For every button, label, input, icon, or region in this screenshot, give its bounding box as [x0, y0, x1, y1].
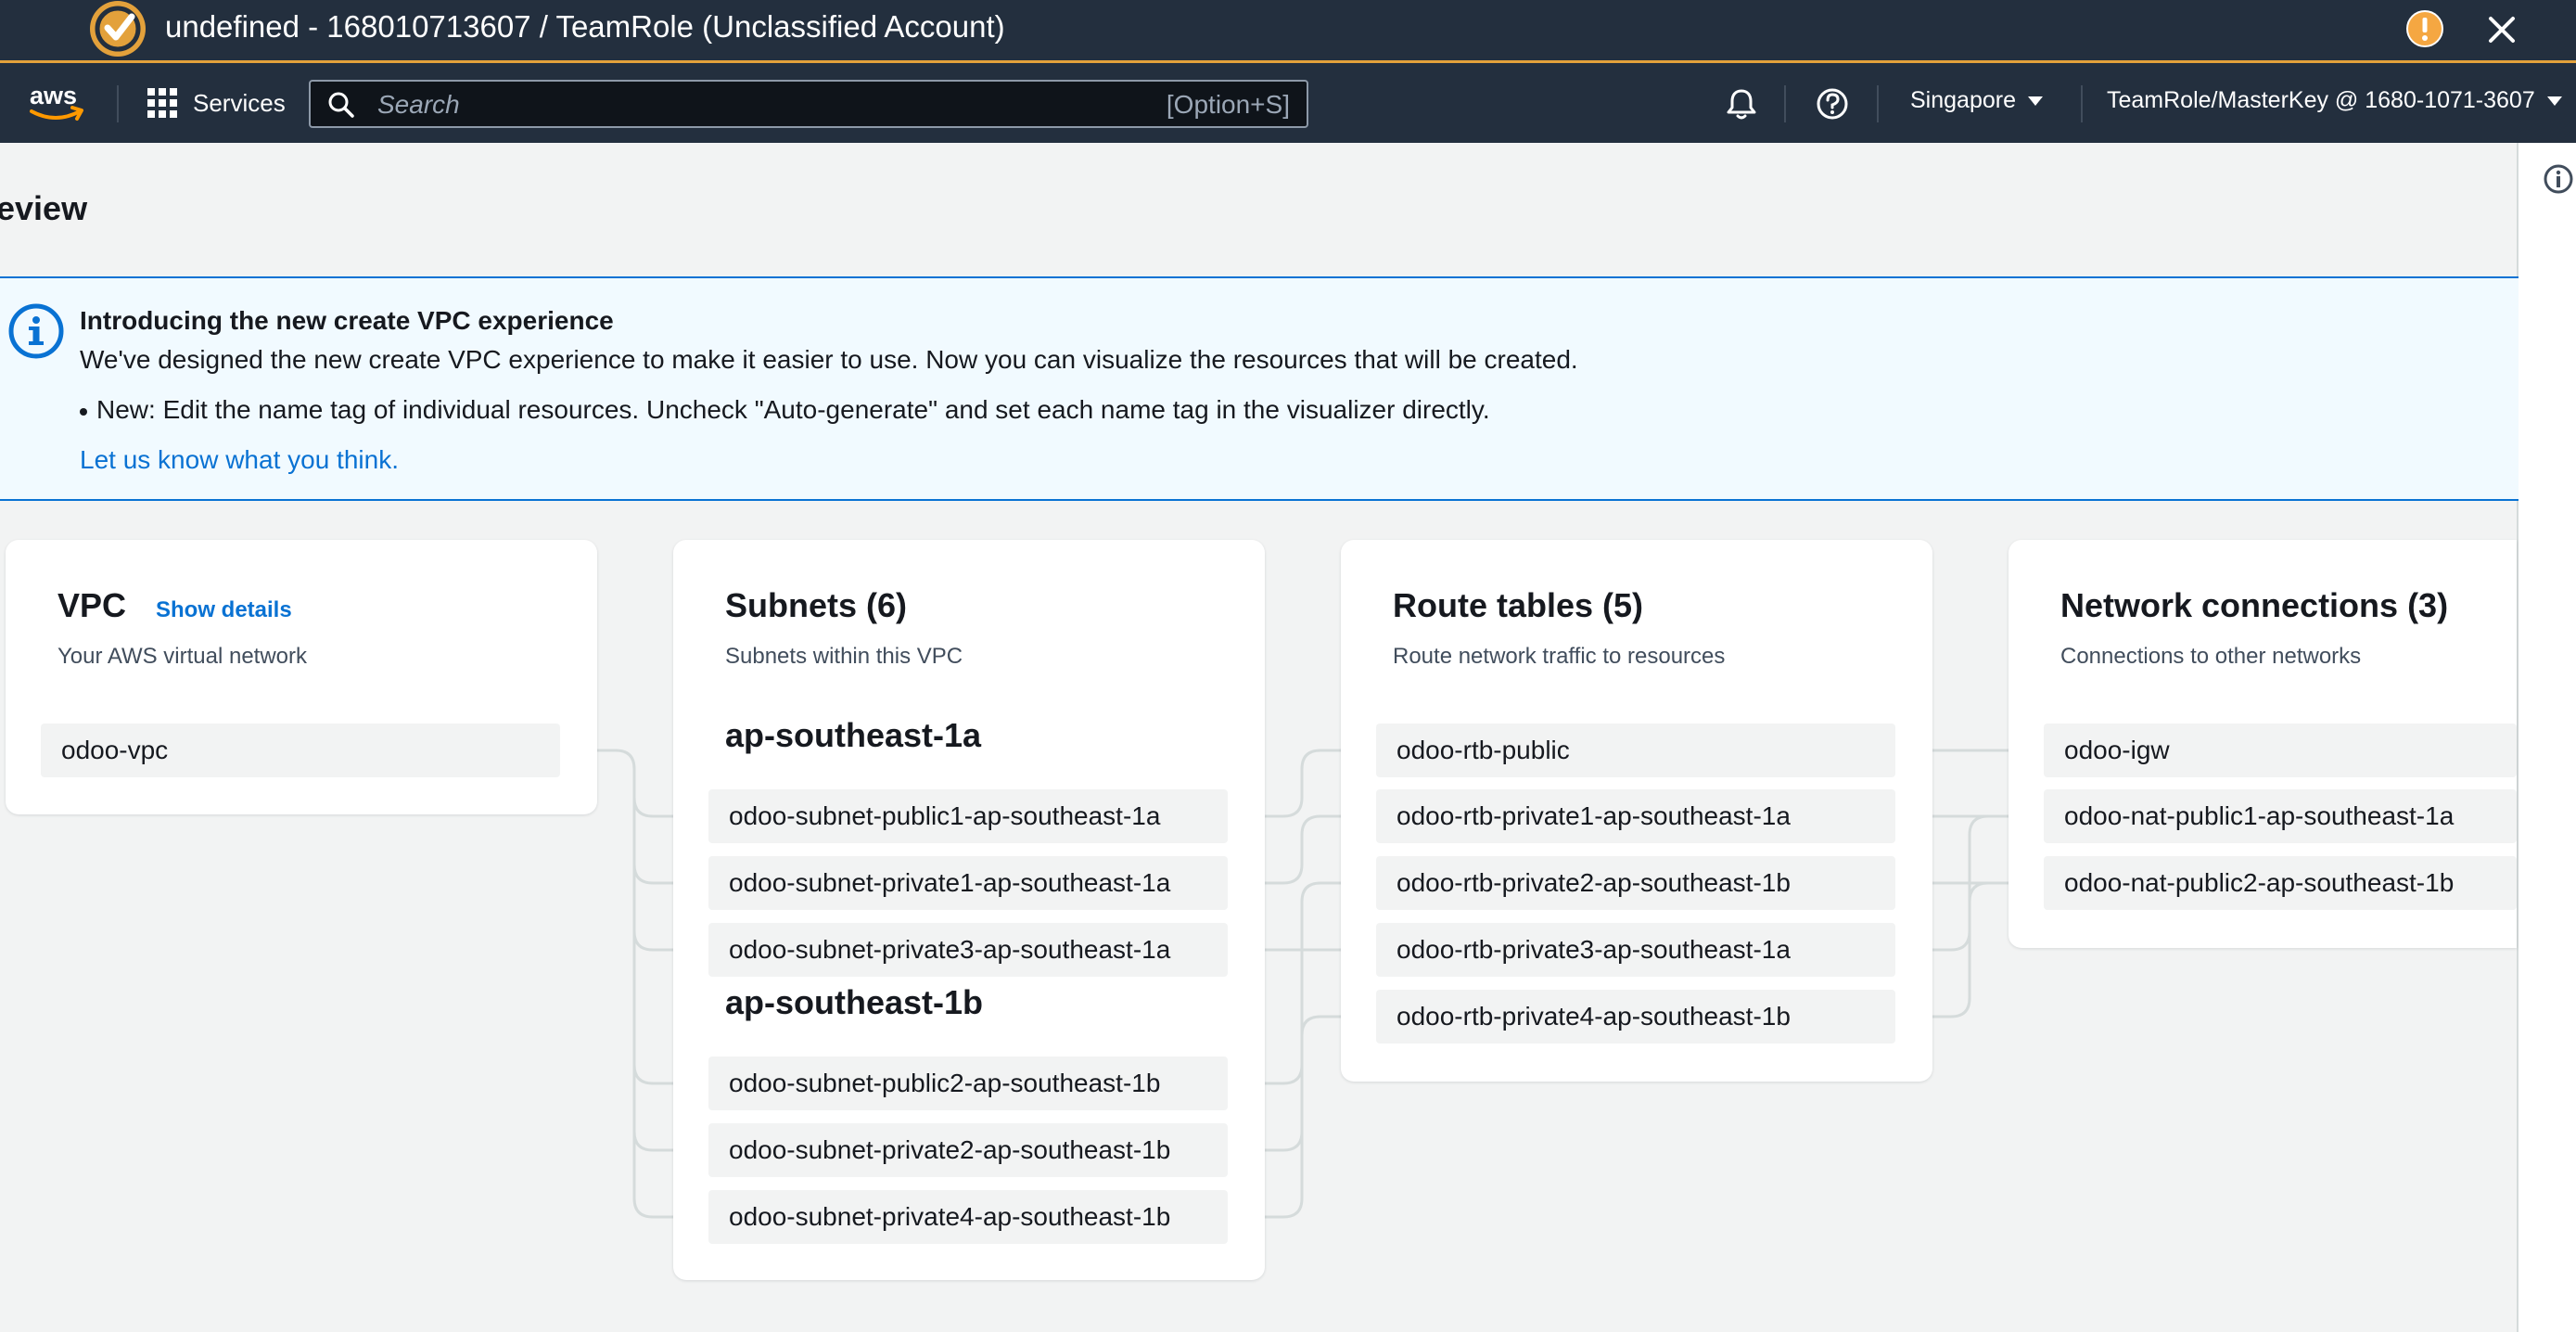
- search-box[interactable]: [Option+S]: [309, 80, 1308, 128]
- nav-divider: [1784, 85, 1786, 122]
- help-icon[interactable]: [1814, 85, 1851, 122]
- route-table-resource[interactable]: odoo-rtb-private4-ap-southeast-1b: [1376, 990, 1895, 1044]
- subnets-card-title: Subnets (6): [725, 586, 908, 624]
- svg-text:aws: aws: [30, 82, 77, 109]
- vpc-card-subtitle: Your AWS virtual network: [57, 644, 308, 669]
- banner-text: We've designed the new create VPC experi…: [80, 345, 1578, 374]
- aws-logo[interactable]: aws: [26, 80, 87, 126]
- account-menu[interactable]: TeamRole/MasterKey @ 1680-1071-3607: [2107, 87, 2563, 114]
- services-menu-button[interactable]: Services: [147, 82, 286, 124]
- bell-icon[interactable]: [1723, 85, 1760, 122]
- close-icon[interactable]: [2483, 11, 2520, 48]
- info-circle-icon: [8, 303, 64, 359]
- nav-divider: [117, 85, 119, 122]
- nav-divider: [2081, 85, 2083, 122]
- route-table-resource[interactable]: odoo-rtb-public: [1376, 724, 1895, 777]
- route-tables-card-subtitle: Route network traffic to resources: [1393, 644, 1726, 669]
- route-table-resource[interactable]: odoo-rtb-private1-ap-southeast-1a: [1376, 789, 1895, 843]
- subnet-resource[interactable]: odoo-subnet-private1-ap-southeast-1a: [708, 856, 1228, 910]
- subnet-resource[interactable]: odoo-subnet-private3-ap-southeast-1a: [708, 923, 1228, 977]
- route-tables-card-title: Route tables (5): [1393, 586, 1644, 624]
- network-connection-resource[interactable]: odoo-nat-public1-ap-southeast-1a: [2044, 789, 2517, 843]
- page-title: eview: [0, 189, 88, 227]
- window-title: undefined - 168010713607 / TeamRole (Unc…: [165, 9, 1005, 44]
- search-input[interactable]: [376, 87, 1103, 122]
- info-banner: Introducing the new create VPC experienc…: [0, 276, 2519, 501]
- vpc-resource[interactable]: odoo-vpc: [41, 724, 560, 777]
- network-connections-card-subtitle: Connections to other networks: [2060, 644, 2362, 669]
- search-icon: [328, 92, 354, 118]
- subnet-resource[interactable]: odoo-subnet-public1-ap-southeast-1a: [708, 789, 1228, 843]
- nav-divider: [1877, 85, 1879, 122]
- feedback-link[interactable]: Let us know what you think.: [80, 445, 399, 475]
- subnet-resource[interactable]: odoo-subnet-public2-ap-southeast-1b: [708, 1057, 1228, 1110]
- caret-down-icon: [2027, 96, 2043, 106]
- network-connection-resource[interactable]: odoo-nat-public2-ap-southeast-1b: [2044, 856, 2517, 910]
- search-shortcut-hint: [Option+S]: [1166, 90, 1290, 119]
- vpc-card-title: VPC: [57, 586, 127, 624]
- grid-icon: [147, 88, 177, 118]
- info-icon[interactable]: [2543, 163, 2574, 195]
- caret-down-icon: [2546, 96, 2562, 106]
- logo-icon: [90, 1, 146, 57]
- subnet-resource[interactable]: odoo-subnet-private4-ap-southeast-1b: [708, 1190, 1228, 1244]
- banner-heading: Introducing the new create VPC experienc…: [80, 306, 614, 335]
- show-details-link[interactable]: Show details: [156, 597, 292, 623]
- aws-top-navigation: aws Services [Option+S] Singapore: [0, 63, 2576, 143]
- region-label: Singapore: [1910, 87, 2016, 113]
- region-selector[interactable]: Singapore: [1910, 87, 2044, 114]
- network-connection-resource[interactable]: odoo-igw: [2044, 724, 2517, 777]
- window-title-bar: undefined - 168010713607 / TeamRole (Unc…: [0, 0, 2576, 63]
- network-connections-card-title: Network connections (3): [2060, 586, 2449, 624]
- account-label: TeamRole/MasterKey @ 1680-1071-3607: [2107, 87, 2535, 113]
- subnet-resource[interactable]: odoo-subnet-private2-ap-southeast-1b: [708, 1123, 1228, 1177]
- route-table-resource[interactable]: odoo-rtb-private2-ap-southeast-1b: [1376, 856, 1895, 910]
- tools-panel-rail: [2517, 143, 2576, 1332]
- banner-bullet: New: Edit the name tag of individual res…: [80, 395, 1490, 424]
- route-table-resource[interactable]: odoo-rtb-private3-ap-southeast-1a: [1376, 923, 1895, 977]
- az-group-label: ap-southeast-1a: [725, 716, 982, 754]
- subnets-card-subtitle: Subnets within this VPC: [725, 644, 963, 669]
- warning-icon[interactable]: [2405, 9, 2444, 48]
- services-label: Services: [193, 88, 286, 117]
- az-group-label: ap-southeast-1b: [725, 983, 984, 1021]
